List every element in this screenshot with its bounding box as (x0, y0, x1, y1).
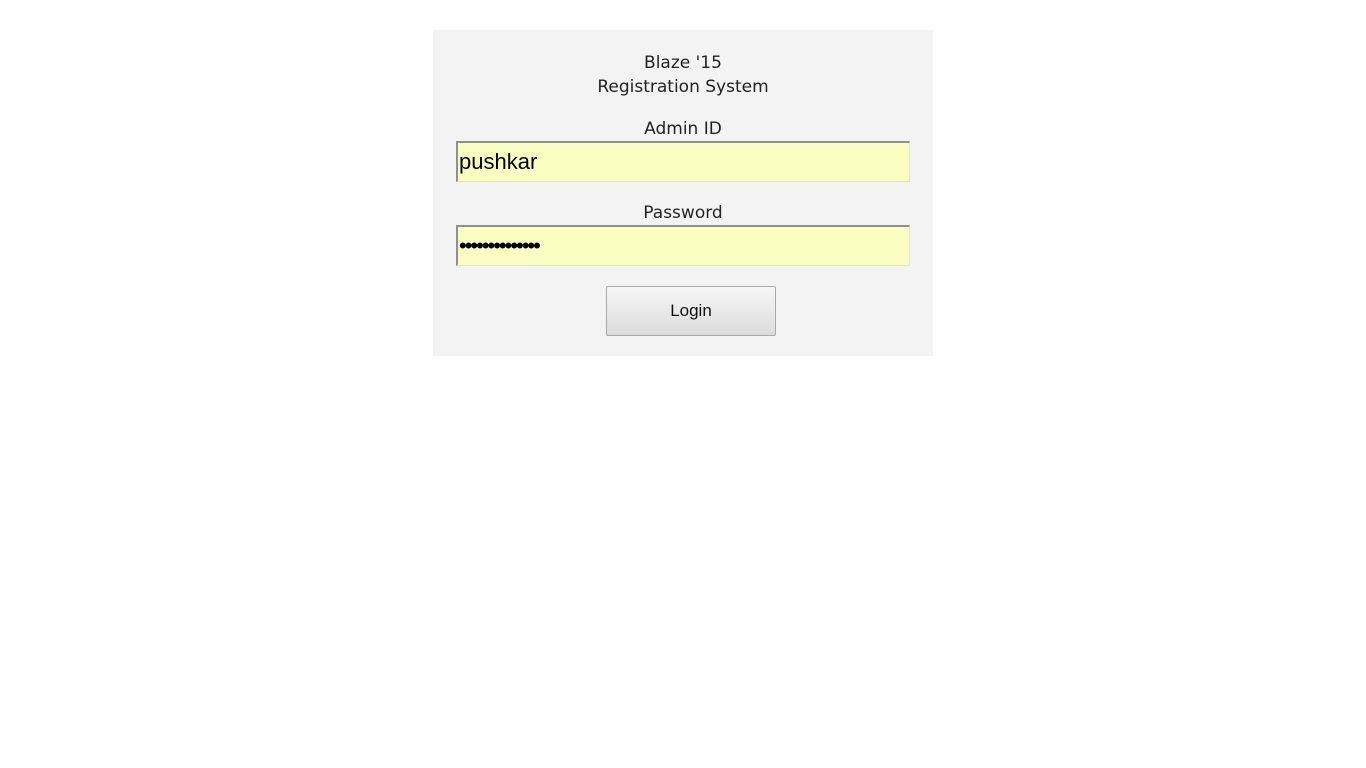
admin-id-label: Admin ID (644, 119, 722, 139)
password-input[interactable] (456, 225, 910, 266)
admin-id-input[interactable] (456, 141, 910, 182)
app-subtitle: Registration System (597, 77, 769, 97)
password-group: Password (433, 201, 933, 266)
admin-id-group: Admin ID (433, 117, 933, 182)
login-panel: Blaze '15 Registration System Admin ID P… (433, 30, 933, 356)
password-label: Password (643, 203, 723, 223)
app-title: Blaze '15 (644, 53, 722, 73)
login-button[interactable]: Login (606, 286, 776, 336)
page-title: Blaze '15 Registration System (433, 51, 933, 99)
